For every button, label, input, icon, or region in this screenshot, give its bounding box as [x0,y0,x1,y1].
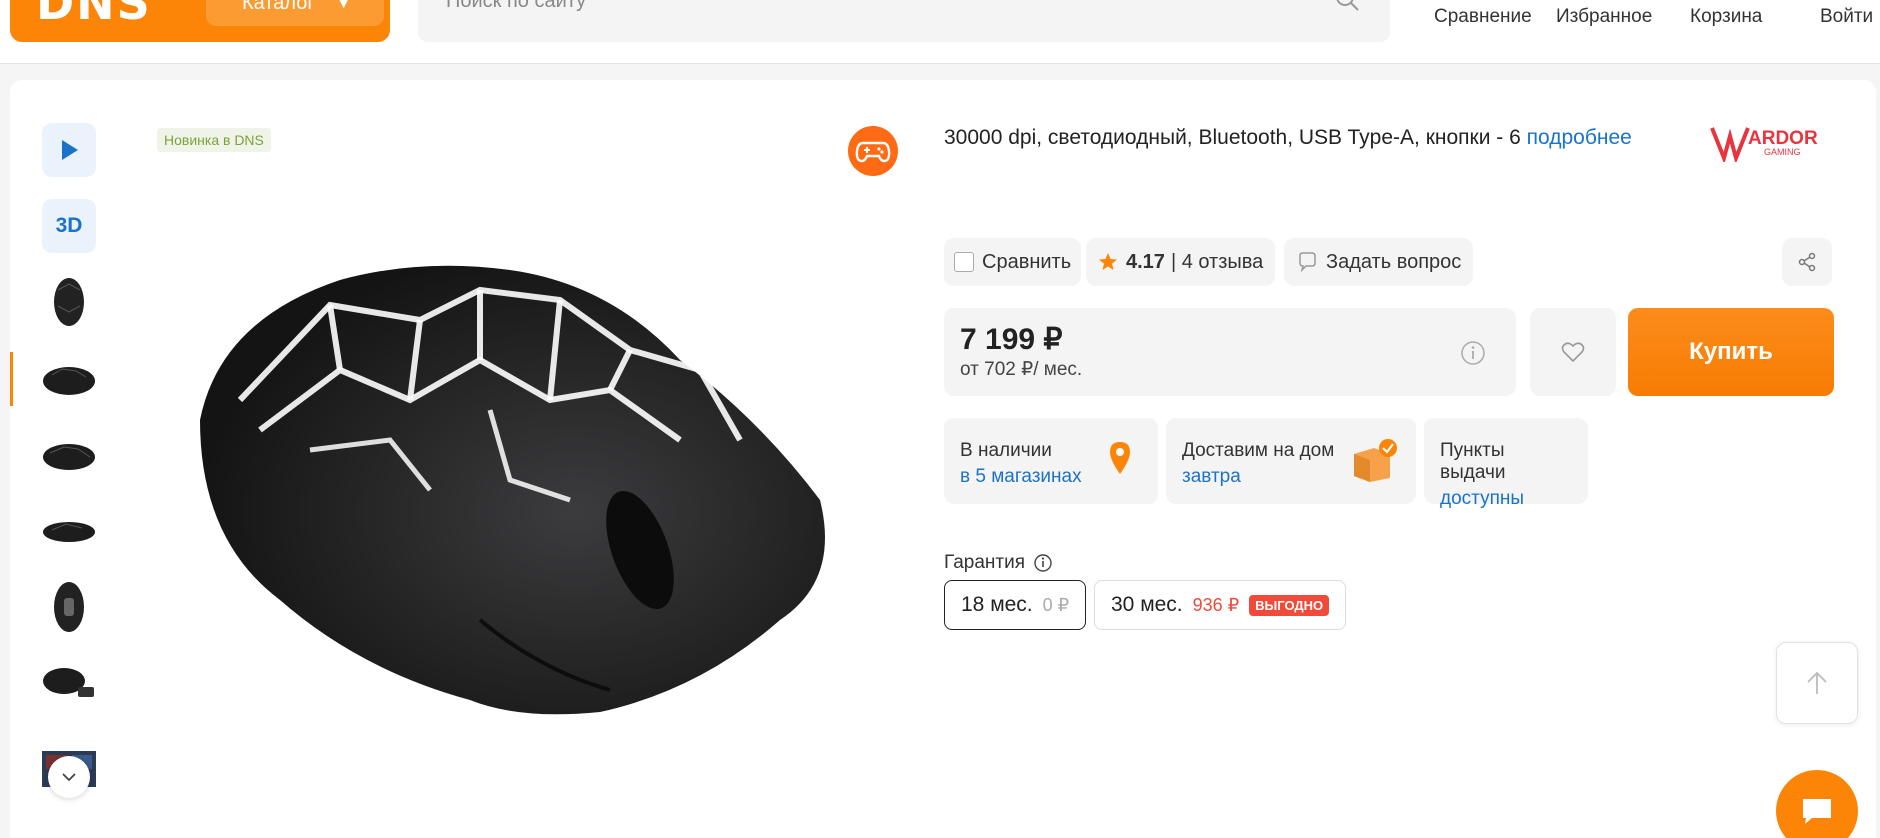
mouse-angle-image [43,367,95,395]
availability-stores[interactable]: В наличии в 5 магазинах [944,418,1158,504]
info-icon[interactable] [1033,553,1053,573]
rating-button[interactable]: 4.17 | 4 отзыва [1086,238,1276,286]
search-input[interactable]: Поиск по сайту [446,0,586,13]
mouse-side-image [43,444,95,470]
mouse-top-image [54,278,84,326]
rating-value: 4.17 [1126,250,1165,273]
warranty-label: Гарантия [944,552,1053,574]
thumb-image-6[interactable] [42,656,96,710]
scroll-up-button[interactable] [1776,642,1858,724]
arrow-up-icon [1807,671,1827,694]
warranty-term: 30 мес. [1111,593,1183,616]
compare-checkbox[interactable] [954,252,974,272]
catalog-button[interactable]: Каталог ▼ [206,0,384,26]
site-header: DNS Каталог ▼ Поиск по сайту Сравнение И… [0,0,1880,64]
specs-more-link[interactable]: подробнее [1527,126,1632,149]
warranty-term: 18 мес. [961,593,1033,616]
thumb-image-2[interactable] [42,352,96,406]
warranty-price: 936 ₽ [1192,594,1240,615]
info-icon[interactable] [1460,340,1486,366]
product-specs: 30000 dpi, светодиодный, Bluetooth, USB … [944,126,1632,150]
nav-compare[interactable]: Сравнение [1434,6,1532,28]
share-icon [1798,252,1816,272]
brand-logo[interactable]: ARDOR GAMING [1708,122,1834,162]
nav-login[interactable]: Войти [1820,6,1873,28]
search-icon[interactable] [1332,0,1362,14]
reviews-count[interactable]: | 4 отзыва [1171,251,1263,274]
thumb-image-1[interactable] [42,275,96,329]
heart-icon [1561,342,1585,363]
mouse-flat-image [43,522,95,542]
thumb-3d[interactable]: 3D [42,199,96,253]
thumb-image-5[interactable] [42,580,96,634]
active-thumb-indicator [10,352,13,406]
thumbs-scroll-down[interactable] [48,756,90,798]
chevron-down-icon [62,773,76,782]
buy-button[interactable]: Купить [1628,308,1834,396]
search-bar[interactable]: Поиск по сайту [418,0,1390,42]
thumb-video[interactable] [42,123,96,177]
brand-name: ARDOR [1748,128,1818,149]
price-value: 7 199 ₽ [960,323,1063,356]
share-button[interactable] [1782,238,1832,286]
product-main-image[interactable] [180,250,840,730]
thumb-image-3[interactable] [42,428,96,482]
warranty-option-30[interactable]: 30 мес. 936 ₽ ВЫГОДНО [1094,580,1347,630]
catalog-label: Каталог [242,0,315,14]
compare-button[interactable]: Сравнить [944,238,1082,286]
logo[interactable]: DNS [36,0,152,30]
question-bubble-icon [1299,252,1316,273]
pickup-title: Пункты выдачи [1440,440,1506,483]
star-icon [1099,253,1117,270]
thumb-image-4[interactable] [42,504,96,558]
warranty-price: 0 ₽ [1042,594,1070,615]
ask-question-button[interactable]: Задать вопрос [1284,238,1474,286]
logo-block[interactable]: DNS Каталог ▼ [10,0,390,42]
chat-icon [1803,799,1831,824]
delivery-box-icon [1354,439,1397,482]
mouse-bottom-image [54,582,84,632]
nav-favorites[interactable]: Избранное [1556,6,1652,28]
play-icon [62,140,78,160]
ask-label: Задать вопрос [1326,250,1462,273]
availability-pickup[interactable]: Пункты выдачи доступны [1424,418,1588,509]
map-pin-icon [1110,442,1130,474]
nav-cart[interactable]: Корзина [1690,6,1762,28]
availability-delivery[interactable]: Доставим на дом завтра [1166,418,1416,504]
profitable-badge: ВЫГОДНО [1249,594,1330,616]
new-badge: Новинка в DNS [157,128,271,152]
price-box: 7 199 ₽ от 702 ₽/ мес. [944,308,1516,396]
specs-text: 30000 dpi, светодиодный, Bluetooth, USB … [944,126,1521,149]
warranty-title: Гарантия [944,552,1026,573]
brand-sub: GAMING [1764,147,1801,157]
favorite-button[interactable] [1530,308,1616,396]
gamepad-icon[interactable] [848,126,898,176]
3d-label: 3D [55,214,83,237]
mouse-dongle-image [43,668,94,697]
credit-price[interactable]: от 702 ₽/ мес. [960,358,1082,381]
pickup-link[interactable]: доступны [1440,488,1572,510]
chevron-down-icon: ▼ [336,0,351,11]
compare-label: Сравнить [982,250,1072,273]
warranty-option-18[interactable]: 18 мес. 0 ₽ [944,580,1087,630]
